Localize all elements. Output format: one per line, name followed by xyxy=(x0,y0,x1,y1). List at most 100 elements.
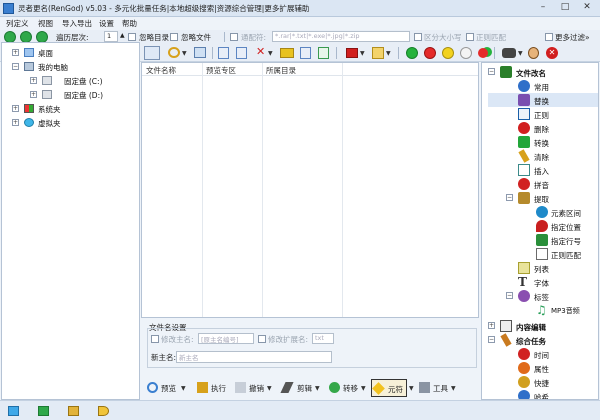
tree-item-desktop[interactable]: + 桌面 xyxy=(12,47,132,59)
status-monitor-icon[interactable] xyxy=(8,406,19,416)
task-item-line-number[interactable]: 指定行号 xyxy=(488,233,598,247)
remove-icon[interactable]: ✕ xyxy=(256,46,266,58)
preview-button[interactable]: 预览 ▼ xyxy=(145,379,191,397)
regex-match-checkbox[interactable] xyxy=(466,33,474,41)
clip-button[interactable]: 剪辑 ▼ xyxy=(280,379,323,397)
tree-item-drive-c[interactable]: + 固定盘 (C:) xyxy=(30,75,138,87)
symbol-dropdown-icon[interactable]: ▼ xyxy=(409,385,414,392)
task-item-regex-match[interactable]: 正则匹配 xyxy=(488,247,598,261)
cart-icon[interactable] xyxy=(346,48,358,58)
more-filter-button[interactable]: 更多过滤» xyxy=(555,32,590,43)
tree-item-virtual-folder[interactable]: + 虚拟夹 xyxy=(12,117,132,129)
wildcard-input[interactable]: *.rar|*.txt|*.exe|*.jpg|*.zip xyxy=(272,31,410,42)
transfer-dropdown-icon[interactable]: ▼ xyxy=(361,385,366,392)
ignore-files-checkbox[interactable] xyxy=(170,33,178,41)
red-mark-icon[interactable] xyxy=(424,47,436,59)
depth-spinner[interactable]: ▲ xyxy=(120,32,125,39)
import-icon[interactable] xyxy=(300,47,311,59)
remove-dropdown-icon[interactable]: ▼ xyxy=(268,50,273,57)
task-item-insert[interactable]: 插入 xyxy=(488,163,598,177)
task-item-attribute[interactable]: 属性 xyxy=(488,361,598,375)
task-item-hash[interactable]: 哈希 xyxy=(488,389,598,399)
file-list[interactable]: 文件名称 预览专区 所属目录 xyxy=(141,62,479,318)
task-item-clear[interactable]: 清除 xyxy=(488,149,598,163)
execute-button[interactable]: 执行 xyxy=(195,379,229,397)
menu-import-export[interactable]: 导入导出 xyxy=(62,18,92,29)
transfer-button[interactable]: 转移 ▼ xyxy=(327,379,369,397)
modify-main-name-checkbox[interactable] xyxy=(151,335,159,343)
column-header-directory[interactable]: 所属目录 xyxy=(266,65,296,76)
status-sound-icon[interactable] xyxy=(98,406,109,416)
expand-toggle[interactable]: + xyxy=(30,91,37,98)
tree-item-drive-d[interactable]: + 固定盘 (D:) xyxy=(30,89,138,101)
undo-button[interactable]: 撤销 ▼ xyxy=(233,379,277,397)
collapse-toggle[interactable]: − xyxy=(488,68,495,75)
collapse-toggle[interactable]: − xyxy=(488,336,495,343)
more-filter-checkbox[interactable] xyxy=(545,33,553,41)
green-mark-icon[interactable] xyxy=(406,47,418,59)
collapse-toggle[interactable]: − xyxy=(506,292,513,299)
status-network-icon[interactable] xyxy=(68,406,79,416)
yellow-mark-icon[interactable] xyxy=(442,47,454,59)
collapse-toggle[interactable]: − xyxy=(506,194,513,201)
task-item-rename[interactable]: − 文件改名 xyxy=(488,65,598,79)
task-item-position[interactable]: 指定位置 xyxy=(488,219,598,233)
expand-toggle[interactable]: + xyxy=(12,105,19,112)
task-item-time[interactable]: 时间 xyxy=(488,347,598,361)
task-item-extract[interactable]: − 提取 xyxy=(488,191,598,205)
user-icon[interactable] xyxy=(528,47,539,59)
expand-toggle[interactable]: + xyxy=(12,49,19,56)
stop-icon[interactable]: ✕ xyxy=(546,47,558,59)
add-files-icon[interactable] xyxy=(218,47,229,59)
task-item-replace[interactable]: 替换 xyxy=(488,93,598,107)
maximize-button[interactable]: □ xyxy=(554,1,576,15)
task-item-font[interactable]: T 字体 xyxy=(488,275,598,289)
task-item-pinyin[interactable]: 拼音 xyxy=(488,177,598,191)
search-dropdown-icon[interactable]: ▼ xyxy=(182,50,187,57)
new-name-input[interactable]: 新主名 xyxy=(176,351,332,363)
task-item-integrated[interactable]: − 综合任务 xyxy=(488,333,598,347)
folder-dropdown-icon[interactable]: ▼ xyxy=(386,50,391,57)
binoculars-icon[interactable] xyxy=(502,48,516,58)
task-item-tag[interactable]: − 标签 xyxy=(488,289,598,303)
task-item-regex[interactable]: 正则 xyxy=(488,107,598,121)
task-item-mp3[interactable]: ♫ MP3音频 xyxy=(488,303,598,317)
folder-icon[interactable] xyxy=(372,47,384,59)
window-icon[interactable] xyxy=(194,47,206,58)
column-header-filename[interactable]: 文件名称 xyxy=(146,65,176,76)
task-item-content-edit[interactable]: + 内容编辑 xyxy=(488,319,598,333)
preview-dropdown-icon[interactable]: ▼ xyxy=(181,385,186,392)
menu-columns[interactable]: 列定义 xyxy=(6,18,29,29)
status-run-icon[interactable] xyxy=(38,406,49,416)
case-sensitive-checkbox[interactable] xyxy=(414,33,422,41)
menu-help[interactable]: 帮助 xyxy=(122,18,137,29)
clip-dropdown-icon[interactable]: ▼ xyxy=(315,385,320,392)
expand-toggle[interactable]: + xyxy=(488,322,495,329)
tree-item-computer[interactable]: − 我的电脑 xyxy=(12,61,132,73)
menu-settings[interactable]: 设置 xyxy=(99,18,114,29)
task-item-convert[interactable]: 转换 xyxy=(488,135,598,149)
symbol-button[interactable]: 元符 xyxy=(371,379,407,397)
depth-input[interactable]: 1 xyxy=(104,31,118,42)
clear-mark-icon[interactable] xyxy=(460,47,472,59)
tools-button[interactable]: 工具 ▼ xyxy=(417,379,463,397)
task-item-shortcut[interactable]: 快捷 xyxy=(488,375,598,389)
multi-mark-icon[interactable] xyxy=(478,48,488,58)
collapse-toggle[interactable]: − xyxy=(12,63,19,70)
undo-dropdown-icon[interactable]: ▼ xyxy=(267,385,272,392)
search-icon[interactable] xyxy=(168,47,180,58)
main-name-select[interactable]: [原主名编号] xyxy=(198,333,254,344)
binoculars-dropdown-icon[interactable]: ▼ xyxy=(518,50,523,57)
expand-toggle[interactable]: + xyxy=(12,119,19,126)
task-item-element-range[interactable]: 元素区间 xyxy=(488,205,598,219)
check-icon[interactable] xyxy=(318,47,329,59)
menu-view[interactable]: 视图 xyxy=(38,18,53,29)
tools-dropdown-icon[interactable]: ▼ xyxy=(451,385,456,392)
close-window-button[interactable]: ✕ xyxy=(576,1,598,15)
list-view-icon[interactable] xyxy=(144,46,160,60)
ext-input[interactable]: txt xyxy=(312,333,334,344)
minimize-button[interactable]: – xyxy=(532,1,554,15)
column-header-preview[interactable]: 预览专区 xyxy=(206,65,236,76)
task-item-list[interactable]: 列表 xyxy=(488,261,598,275)
move-icon[interactable] xyxy=(280,48,294,58)
